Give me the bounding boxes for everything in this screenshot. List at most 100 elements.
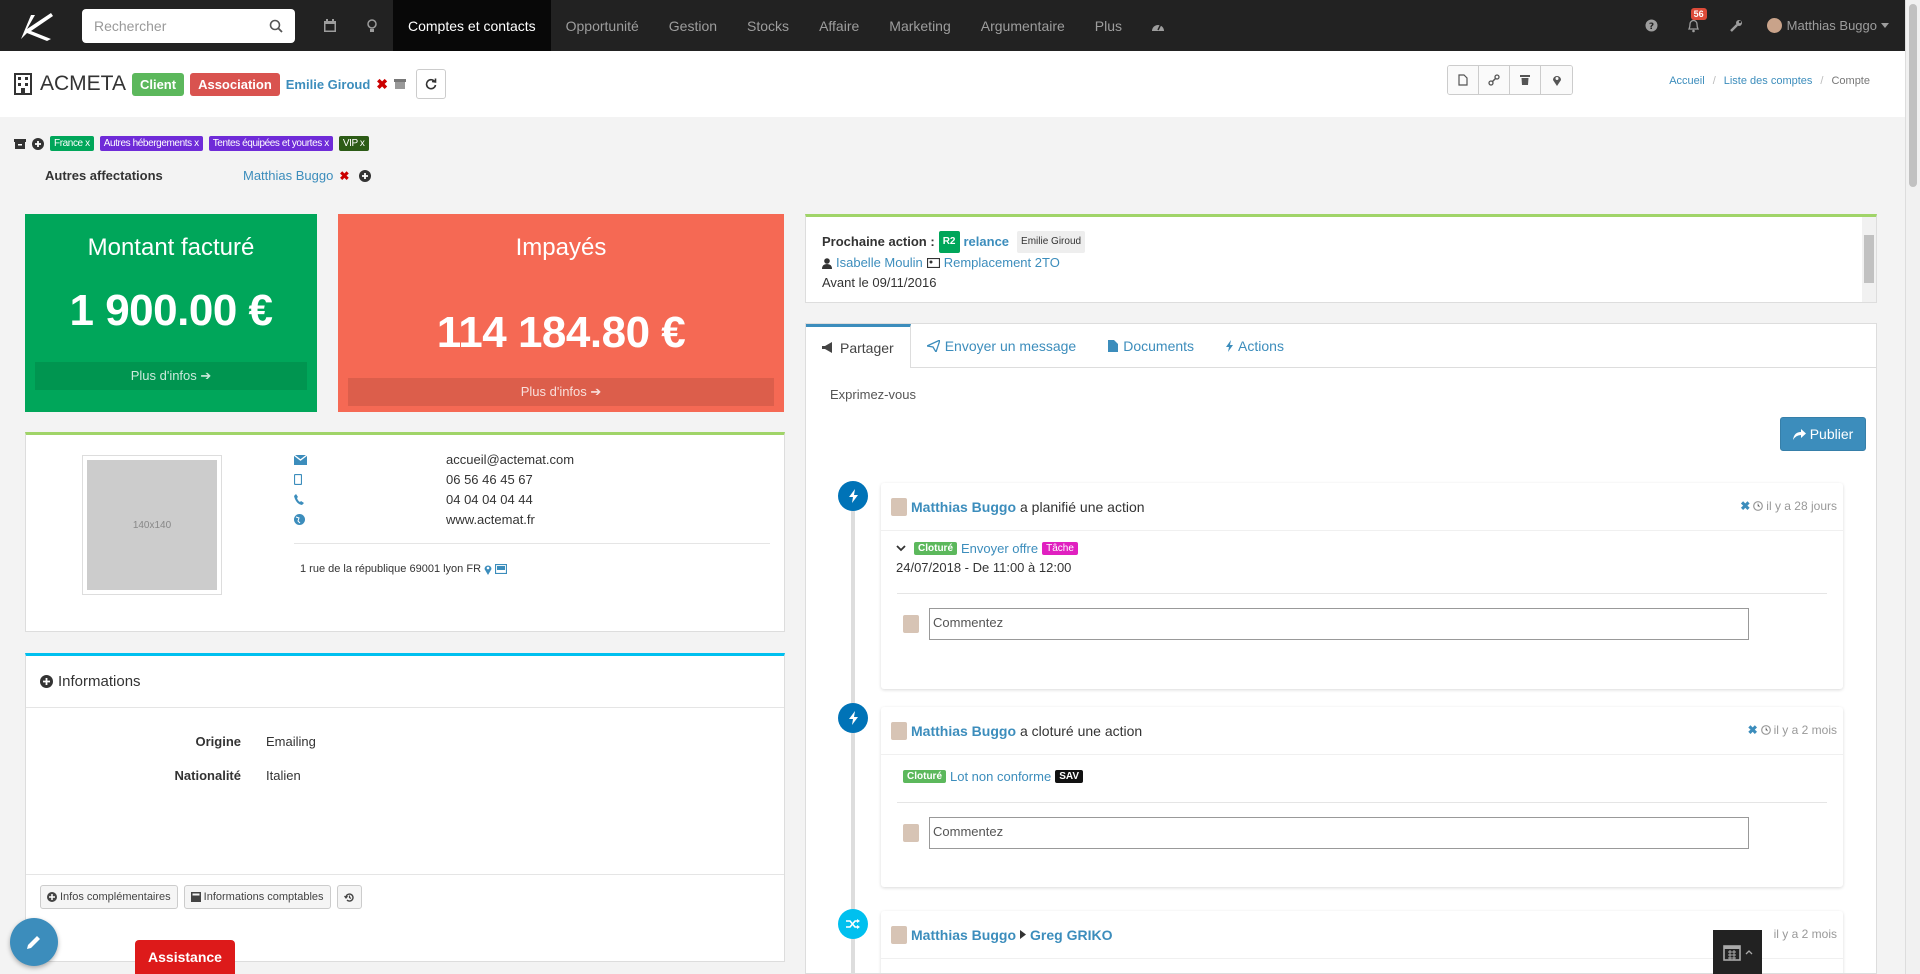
logo-icon [21, 12, 53, 41]
user-menu[interactable]: Matthias Buggo [1757, 0, 1905, 51]
next-action-due: Avant le 09/11/2016 [822, 275, 937, 290]
next-action-box: Prochaine action : R2 relance Emilie Gir… [805, 214, 1877, 303]
contact-mobile[interactable]: 06 56 46 45 67 [446, 472, 533, 487]
assistance-button[interactable]: Assistance [135, 940, 235, 974]
next-action-contact-link[interactable]: Isabelle Moulin [836, 253, 923, 273]
breadcrumb-home[interactable]: Accueil [1669, 75, 1704, 87]
billed-title: Montant facturé [87, 234, 255, 261]
publish-label: Publier [1809, 426, 1854, 442]
nav-argumentaire[interactable]: Argumentaire [966, 0, 1080, 51]
timeline-time: il y a 2 mois [1773, 927, 1837, 941]
pencil-icon [27, 936, 40, 949]
contact-phone[interactable]: 04 04 04 04 44 [446, 492, 533, 507]
comment-input[interactable]: Commentez [929, 608, 1749, 640]
nav-affaire[interactable]: Affaire [804, 0, 874, 51]
timeline-user-link[interactable]: Matthias Buggo [911, 927, 1016, 943]
avatar [903, 615, 919, 633]
unpaid-more-info-link[interactable]: Plus d'infos ➔ [348, 378, 774, 406]
tag-vip[interactable]: VIP x [338, 136, 369, 151]
close-icon[interactable]: ✖ [1740, 499, 1750, 513]
timeline-random-icon [838, 909, 868, 939]
archive-icon[interactable] [394, 79, 407, 89]
account-photo-placeholder[interactable]: 140x140 [82, 455, 222, 595]
archive-icon[interactable] [14, 138, 26, 149]
contact-website[interactable]: www.actemat.fr [446, 512, 535, 527]
page-scrollbar[interactable] [1905, 0, 1920, 974]
publish-button[interactable]: Publier [1780, 417, 1866, 451]
map-button[interactable] [1541, 66, 1572, 94]
account-owner-link[interactable]: Emilie Giroud [286, 77, 371, 92]
tag-tentes-yourtes[interactable]: Tentes équipées et yourtes x [208, 136, 333, 151]
action-title-link[interactable]: Envoyer offre [961, 541, 1038, 556]
delete-button[interactable] [1510, 66, 1541, 94]
timeline-target-link[interactable]: Greg GRIKO [1030, 927, 1112, 943]
activity-composer: Partager Envoyer un message Documents Ac… [805, 323, 1877, 463]
add-tag-icon[interactable] [32, 137, 44, 150]
remove-owner-icon[interactable]: ✖ [376, 76, 388, 93]
calendar-widget-button[interactable] [1713, 930, 1762, 974]
add-assignment-icon[interactable] [359, 169, 372, 182]
accounting-info-button[interactable]: Informations comptables [183, 885, 331, 909]
action-title-link[interactable]: Lot non conforme [950, 769, 1051, 784]
notifications-button[interactable]: 56 [1673, 0, 1715, 51]
post-input[interactable]: Exprimez-vous [830, 387, 916, 402]
informations-header[interactable]: Informations [26, 656, 784, 708]
history-button[interactable] [336, 885, 362, 909]
next-action-subject-link[interactable]: Remplacement 2TO [944, 253, 1060, 273]
app-logo[interactable] [0, 0, 72, 51]
timeline-bolt-icon [838, 481, 868, 511]
type-badge: SAV [1055, 770, 1084, 783]
search-input[interactable]: Rechercher [82, 8, 295, 43]
extra-info-button[interactable]: Infos complémentaires [40, 885, 178, 909]
tag-list: France x Autres hébergements x Tentes éq… [14, 136, 369, 151]
history-icon [343, 892, 354, 902]
tag-france[interactable]: France x [50, 136, 94, 151]
search-placeholder: Rechercher [94, 17, 167, 34]
contact-email[interactable]: accueil@actemat.com [446, 452, 574, 467]
remove-assignment-icon[interactable]: ✖ [339, 169, 349, 183]
link-button[interactable] [1479, 66, 1510, 94]
phone-icon [294, 494, 446, 505]
timeline-user-link[interactable]: Matthias Buggo [911, 499, 1016, 515]
next-action-scrollbar[interactable] [1862, 217, 1876, 302]
lightbulb-icon[interactable] [351, 0, 393, 51]
timeline-verb: a planifié une action [1020, 498, 1145, 515]
timeline-time: il y a 2 mois [1773, 723, 1837, 737]
timeline-user-link[interactable]: Matthias Buggo [911, 723, 1016, 739]
nav-gestion[interactable]: Gestion [654, 0, 732, 51]
divider [294, 543, 770, 544]
billed-more-info-link[interactable]: Plus d'infos ➔ [35, 362, 307, 390]
unpaid-value: 114 184.80 € [436, 308, 686, 357]
clock-icon [1760, 725, 1771, 735]
assigned-person-link[interactable]: Matthias Buggo [243, 168, 333, 183]
timeline-item: Matthias Buggo a planifié une action ✖ i… [881, 483, 1843, 689]
map-marker-icon[interactable] [484, 564, 492, 575]
edit-fab-button[interactable] [10, 918, 58, 966]
refresh-button[interactable] [416, 69, 447, 99]
chevron-down-icon[interactable] [896, 545, 906, 552]
tab-actions[interactable]: Actions [1210, 324, 1300, 367]
close-icon[interactable]: ✖ [1748, 723, 1758, 737]
map-icon[interactable] [495, 564, 508, 574]
calendar-icon[interactable] [309, 0, 351, 51]
tab-envoyer-message[interactable]: Envoyer un message [911, 324, 1093, 367]
nav-comptes-contacts[interactable]: Comptes et contacts [393, 0, 551, 51]
comment-input[interactable]: Commentez [929, 817, 1749, 849]
nav-plus[interactable]: Plus [1080, 0, 1137, 51]
paper-plane-icon [926, 339, 940, 352]
nav-stocks[interactable]: Stocks [732, 0, 804, 51]
plus-circle-icon [47, 892, 57, 902]
informations-title: Informations [58, 673, 141, 690]
tab-documents[interactable]: Documents [1092, 324, 1210, 367]
tag-autres-hebergements[interactable]: Autres hébergements x [99, 136, 203, 151]
dashboard-icon[interactable] [1137, 0, 1179, 51]
nav-marketing[interactable]: Marketing [874, 0, 965, 51]
notification-count-badge: 56 [1690, 8, 1707, 20]
wrench-icon[interactable] [1715, 0, 1757, 51]
tab-partager[interactable]: Partager [806, 324, 911, 368]
next-action-link[interactable]: relance [964, 232, 1010, 252]
breadcrumb-account-list[interactable]: Liste des comptes [1724, 75, 1813, 87]
nav-opportunite[interactable]: Opportunité [551, 0, 654, 51]
pdf-button[interactable] [1448, 66, 1479, 94]
help-icon[interactable]: ? [1631, 0, 1673, 51]
